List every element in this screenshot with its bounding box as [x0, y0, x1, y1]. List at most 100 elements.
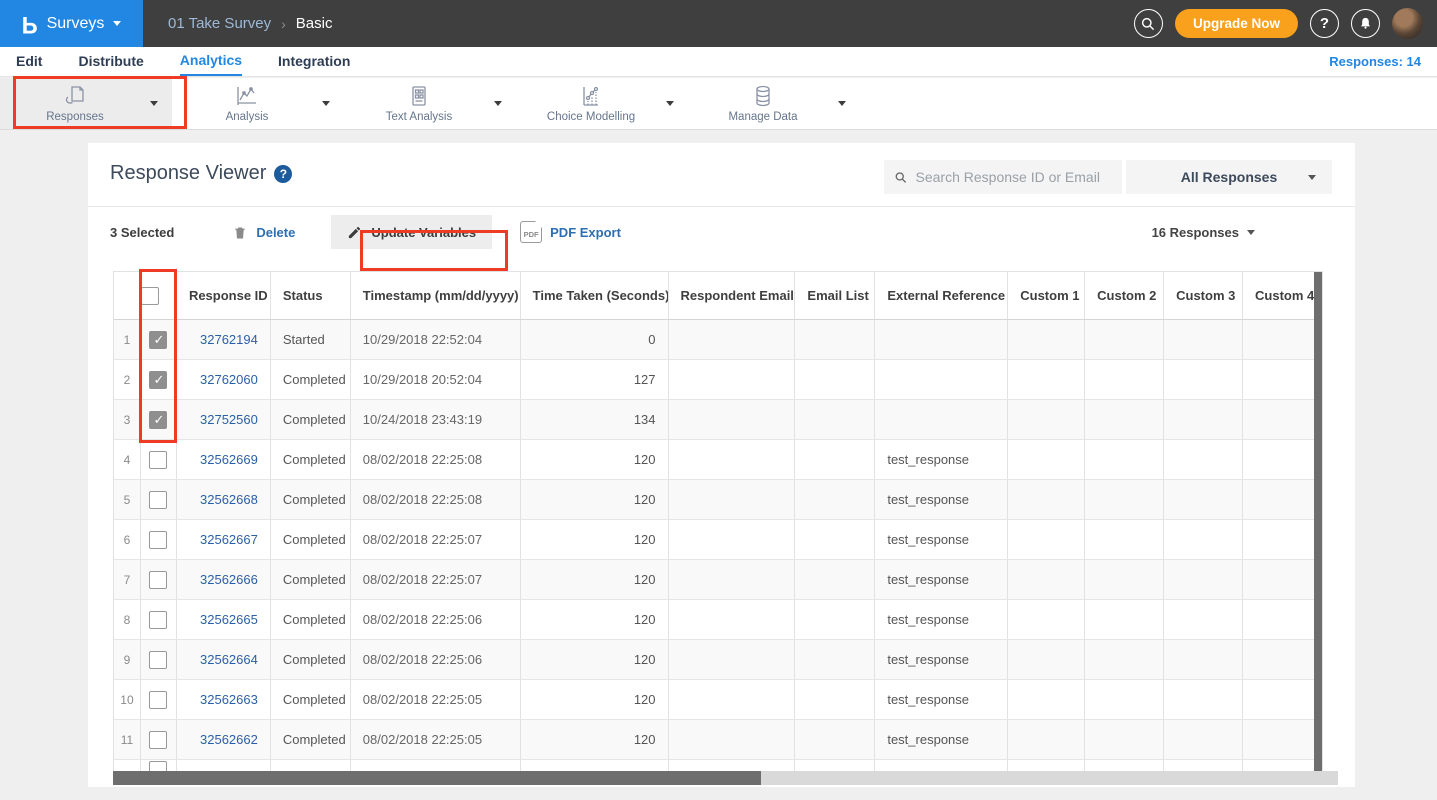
header-cell-custom4: Custom 4 [1243, 272, 1322, 319]
response-id-link[interactable]: 32752560 [200, 412, 258, 427]
chevron-down-icon[interactable] [322, 101, 330, 106]
response-id-link[interactable]: 32762060 [200, 372, 258, 387]
chevron-down-icon[interactable] [494, 101, 502, 106]
toolbar-item-manage-data[interactable]: Manage Data [688, 78, 860, 129]
response-id-link[interactable]: 32562663 [200, 692, 258, 707]
row-checkbox[interactable] [149, 651, 167, 669]
cell-num [114, 760, 141, 771]
search-input[interactable] [916, 169, 1112, 185]
pdf-export-button[interactable]: PDF PDF Export [520, 221, 621, 243]
header-cell-response_id[interactable]: Response ID [177, 272, 271, 319]
row-checkbox[interactable] [149, 611, 167, 629]
toolbar-label-manage-data: Manage Data [728, 111, 797, 123]
cell-status: Completed [271, 520, 351, 559]
cell-timestamp: 08/02/2018 22:25:05 [351, 680, 521, 719]
response-id-link[interactable]: 32562667 [200, 532, 258, 547]
toolbar-item-choice-modelling[interactable]: Choice Modelling [516, 78, 688, 129]
help-button[interactable]: ? [1310, 9, 1339, 38]
cell-custom3 [1164, 440, 1243, 479]
row-checkbox[interactable] [149, 691, 167, 709]
row-checkbox[interactable] [149, 331, 167, 349]
nav-tab-distribute[interactable]: Distribute [78, 49, 143, 75]
cell-email_list [795, 720, 875, 759]
table-row: 332752560Completed10/24/2018 23:43:19134 [114, 400, 1322, 440]
row-checkbox[interactable] [149, 491, 167, 509]
cell-time_taken: 120 [521, 680, 669, 719]
row-checkbox[interactable] [149, 411, 167, 429]
cell-custom3 [1164, 600, 1243, 639]
table-row: 432562669Completed08/02/2018 22:25:08120… [114, 440, 1322, 480]
select-all-checkbox[interactable] [141, 287, 159, 305]
breadcrumb-survey-name[interactable]: 01 Take Survey [168, 15, 271, 32]
toolbar-item-responses[interactable]: Responses [0, 78, 172, 129]
response-id-link[interactable]: 32562665 [200, 612, 258, 627]
cell-status: Completed [271, 400, 351, 439]
cell-response_id [177, 760, 271, 771]
cell-email_list [795, 760, 875, 771]
horizontal-scrollbar-track[interactable] [113, 771, 1338, 785]
update-variables-button[interactable]: Update Variables [331, 215, 492, 249]
breadcrumb-separator: › [281, 16, 286, 32]
row-checkbox[interactable] [149, 371, 167, 389]
cell-custom1 [1008, 680, 1085, 719]
row-checkbox[interactable] [149, 731, 167, 749]
cell-email_list [795, 640, 875, 679]
toolbar-item-text-analysis[interactable]: Text Analysis [344, 78, 516, 129]
response-id-link[interactable]: 32562662 [200, 732, 258, 747]
nav-tab-integration[interactable]: Integration [278, 49, 350, 75]
cell-timestamp: 10/24/2018 23:43:19 [351, 400, 521, 439]
row-checkbox[interactable] [149, 451, 167, 469]
column-header-label: Custom 3 [1176, 288, 1235, 303]
response-id-link[interactable]: 32562666 [200, 572, 258, 587]
cell-checkbox [141, 440, 177, 479]
cell-status: Completed [271, 560, 351, 599]
chevron-down-icon[interactable] [150, 101, 158, 106]
nav-tab-edit[interactable]: Edit [16, 49, 42, 75]
product-switcher[interactable]: P Surveys [0, 0, 143, 47]
delete-button[interactable]: Delete [232, 224, 295, 241]
user-avatar[interactable] [1392, 8, 1423, 39]
table-row: 632562667Completed08/02/2018 22:25:07120… [114, 520, 1322, 560]
cell-external_reference: test_response [875, 520, 1008, 559]
cell-status: Completed [271, 600, 351, 639]
analysis-icon [234, 84, 260, 108]
search-button[interactable] [1134, 9, 1163, 38]
nav-tab-analytics[interactable]: Analytics [180, 48, 242, 76]
cell-custom1 [1008, 320, 1085, 359]
page-background: Response Viewer ? All Responses 3 Select… [0, 130, 1437, 800]
cell-email_list [795, 560, 875, 599]
response-filter-dropdown[interactable]: All Responses [1126, 160, 1332, 194]
cell-custom4 [1243, 400, 1322, 439]
survey-nav: Edit Distribute Analytics Integration Re… [0, 47, 1437, 77]
header-cell-timestamp[interactable]: Timestamp (mm/dd/yyyy) [351, 272, 521, 319]
title-help-icon[interactable]: ? [274, 165, 292, 183]
row-checkbox[interactable] [149, 761, 167, 771]
cell-timestamp: 08/02/2018 22:25:06 [351, 640, 521, 679]
vertical-scrollbar[interactable] [1314, 272, 1322, 772]
notifications-button[interactable] [1351, 9, 1380, 38]
column-header-label: Status [283, 288, 323, 303]
upgrade-now-button[interactable]: Upgrade Now [1175, 9, 1298, 38]
table-row: 732562666Completed08/02/2018 22:25:07120… [114, 560, 1322, 600]
response-id-link[interactable]: 32562668 [200, 492, 258, 507]
cell-time_taken: 120 [521, 600, 669, 639]
responses-page-size-dropdown[interactable]: 16 Responses [1152, 225, 1255, 240]
horizontal-scrollbar-thumb[interactable] [113, 771, 761, 785]
cell-external_reference: test_response [875, 600, 1008, 639]
column-header-label: Timestamp (mm/dd/yyyy) [363, 288, 519, 303]
chevron-down-icon[interactable] [838, 101, 846, 106]
toolbar-item-analysis[interactable]: Analysis [172, 78, 344, 129]
response-id-link[interactable]: 32762194 [200, 332, 258, 347]
cell-checkbox [141, 560, 177, 599]
response-id-link[interactable]: 32562664 [200, 652, 258, 667]
header-cell-time_taken[interactable]: Time Taken (Seconds) [521, 272, 669, 319]
cell-timestamp: 08/02/2018 22:25:07 [351, 560, 521, 599]
row-checkbox[interactable] [149, 571, 167, 589]
cell-response-id: 32562666 [177, 560, 271, 599]
chevron-down-icon[interactable] [666, 101, 674, 106]
cell-custom4 [1243, 440, 1322, 479]
row-checkbox[interactable] [149, 531, 167, 549]
response-id-link[interactable]: 32562669 [200, 452, 258, 467]
bulk-action-bar: 3 Selected Delete Update Variables PDF P… [88, 207, 1355, 257]
cell-custom2 [1085, 400, 1164, 439]
